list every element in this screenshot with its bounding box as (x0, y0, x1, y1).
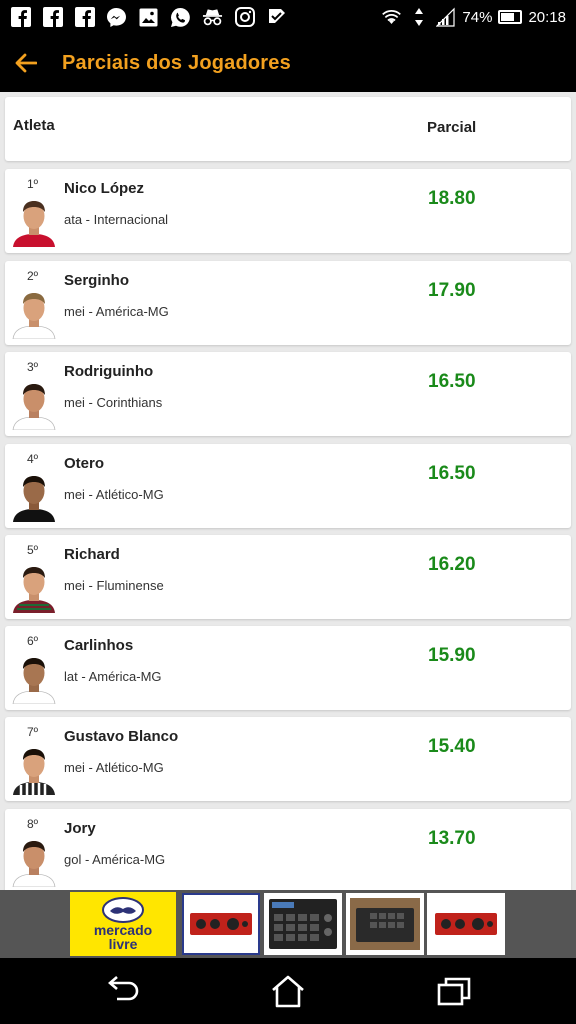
player-rank: 6º (27, 634, 39, 648)
navigation-bar (0, 958, 576, 1024)
player-score: 16.50 (428, 371, 476, 392)
facebook-icon (10, 7, 31, 28)
player-position-club: mei - Atlético-MG (64, 760, 164, 775)
arrow-left-icon (15, 53, 37, 73)
brand-line-1: mercado (93, 922, 153, 938)
player-rank: 8º (27, 817, 39, 831)
wifi-icon (381, 7, 402, 28)
player-rank: 3º (27, 360, 39, 374)
check-icon (266, 7, 287, 28)
player-score: 13.70 (428, 828, 476, 849)
player-avatar (13, 476, 55, 522)
player-position-club: mei - Fluminense (64, 578, 164, 593)
ad-product-2[interactable] (264, 893, 342, 955)
player-name: Rodriguinho (64, 363, 154, 380)
player-list[interactable]: Atleta Parcial 1º Nico López ata - Inter… (0, 92, 576, 890)
gallery-icon (138, 7, 159, 28)
player-position-club: mei - Atlético-MG (64, 487, 164, 502)
facebook-icon (42, 7, 63, 28)
player-position-club: lat - América-MG (64, 669, 162, 684)
player-score: 16.20 (428, 554, 476, 575)
player-avatar (12, 293, 56, 339)
brand-line-2: livre (108, 936, 138, 952)
battery-percentage: 74% (462, 8, 493, 26)
player-avatar (12, 384, 56, 430)
back-button[interactable] (4, 41, 48, 85)
player-rank: 1º (27, 177, 39, 191)
drum-machine-icon (269, 899, 337, 949)
ad-product-3[interactable] (346, 893, 424, 955)
handshake-icon (102, 897, 144, 923)
player-name: Jory (64, 820, 96, 837)
player-name: Otero (64, 455, 105, 472)
player-position-club: ata - Internacional (64, 212, 169, 227)
list-item[interactable]: 5º Richard mei - Fluminense 16.20 (5, 535, 571, 619)
score-column-header: Parcial (427, 119, 477, 136)
ad-product-1[interactable] (182, 893, 260, 955)
status-bar: 74% 20:18 (0, 0, 576, 34)
app-bar: Parciais dos Jogadores (0, 34, 576, 92)
facebook-icon (74, 7, 95, 28)
nav-home-button[interactable] (266, 970, 310, 1012)
clock: 20:18 (528, 8, 566, 26)
notification-icons (10, 7, 287, 28)
list-item[interactable]: 2º Serginho mei - América-MG 17.90 (5, 261, 571, 345)
player-rank: 2º (27, 269, 39, 283)
status-right: 74% 20:18 (381, 7, 566, 28)
incognito-icon (202, 7, 223, 28)
player-name: Nico López (64, 180, 145, 197)
player-score: 16.50 (428, 463, 476, 484)
list-item[interactable]: 3º Rodriguinho mei - Corinthians 16.50 (5, 352, 571, 436)
page-title: Parciais dos Jogadores (62, 51, 291, 74)
mercado-livre-logo[interactable]: mercado livre (70, 892, 176, 956)
table-header: Atleta Parcial (5, 97, 571, 161)
home-icon (272, 975, 304, 1008)
player-avatar (13, 749, 55, 795)
nav-back-button[interactable] (100, 970, 144, 1012)
instagram-icon (234, 7, 255, 28)
back-nav-icon (108, 976, 139, 1001)
player-score: 17.90 (428, 280, 476, 301)
player-rank: 5º (27, 543, 39, 557)
player-name: Gustavo Blanco (64, 728, 179, 745)
signal-icon (435, 7, 456, 28)
list-item[interactable]: 1º Nico López ata - Internacional 18.80 (5, 169, 571, 253)
messenger-icon (106, 7, 127, 28)
data-arrows-icon (408, 7, 429, 28)
athlete-column-header: Atleta (13, 117, 55, 134)
player-rank: 4º (27, 452, 39, 466)
player-name: Carlinhos (64, 637, 134, 654)
player-score: 18.80 (428, 188, 476, 209)
player-rank: 7º (27, 725, 39, 739)
audio-interface-icon (190, 913, 252, 935)
player-score: 15.40 (428, 736, 476, 757)
whatsapp-icon (170, 7, 191, 28)
nav-recents-button[interactable] (432, 970, 476, 1012)
ad-banner[interactable]: mercado livre (0, 890, 576, 958)
list-item[interactable]: 4º Otero mei - Atlético-MG 16.50 (5, 444, 571, 528)
player-name: Serginho (64, 272, 130, 289)
sampler-icon (350, 898, 420, 950)
player-position-club: mei - América-MG (64, 304, 169, 319)
battery-icon (498, 10, 523, 24)
player-position-club: mei - Corinthians (64, 395, 163, 410)
recents-icon (437, 977, 471, 1006)
ad-product-4[interactable] (427, 893, 505, 955)
player-score: 15.90 (428, 645, 476, 666)
battery-level (501, 13, 515, 21)
player-position-club: gol - América-MG (64, 852, 166, 867)
player-avatar (13, 567, 55, 613)
list-item[interactable]: 8º Jory gol - América-MG 13.70 (5, 809, 571, 890)
player-avatar (13, 201, 55, 247)
audio-interface-icon (435, 913, 497, 935)
list-item[interactable]: 6º Carlinhos lat - América-MG 15.90 (5, 626, 571, 710)
player-avatar (12, 658, 56, 704)
player-avatar (12, 841, 56, 887)
player-name: Richard (64, 546, 120, 563)
list-item[interactable]: 7º Gustavo Blanco mei - Atlético-MG 15.4… (5, 717, 571, 801)
